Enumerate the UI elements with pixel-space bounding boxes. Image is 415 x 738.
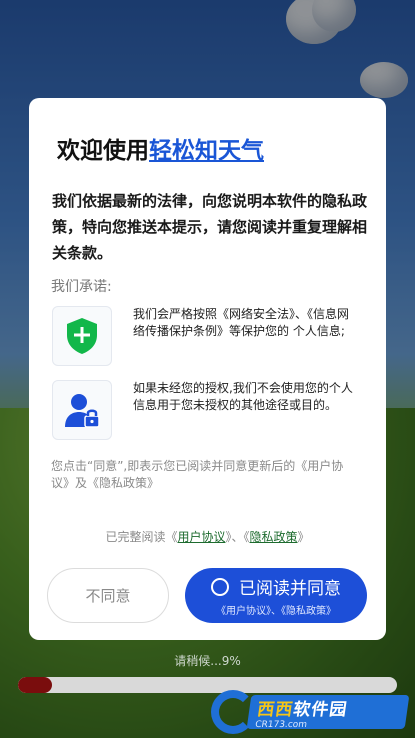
read-confirmation-line: 已完整阅读《用户协议》、《隐私政策》 <box>105 530 310 544</box>
disagree-button[interactable]: 不同意 <box>47 568 169 623</box>
radio-circle-icon <box>211 577 229 596</box>
agree-button-subtitle: 《用户协议》、《隐私政策》 <box>216 606 336 617</box>
agree-button-label: 已阅读并同意 <box>239 579 341 599</box>
watermark-box: 西西软件园 CR173.com <box>246 695 410 730</box>
consent-notice: 您点击“同意”,即表示您已阅读并同意更新后的《用户协议》及《隐私政策》 <box>51 459 344 490</box>
dialog-title: 欢迎使用轻松知天气 <box>57 138 264 164</box>
shield-plus-icon <box>52 306 112 366</box>
promise-item-text: 如果未经您的授权,我们不会使用您的个人信息用于您未授权的其他途径或目的。 <box>133 381 353 412</box>
loading-progress-fill <box>18 677 53 693</box>
watermark-title: 西西软件园 <box>255 699 349 720</box>
watermark-logo: 西西软件园 CR173.com <box>211 690 410 734</box>
app-name: 轻松知天气 <box>149 138 264 164</box>
promise-item-text: 我们会严格按照《网络安全法》、《信息网络传播保护条例》等保护您的 个人信息; <box>133 307 350 338</box>
agree-button[interactable]: 已阅读并同意 《用户协议》、《隐私政策》 <box>185 568 367 623</box>
privacy-policy-link[interactable]: 隐私政策 <box>250 530 298 544</box>
promise-label: 我们承诺: <box>51 279 112 295</box>
privacy-dialog: 欢迎使用轻松知天气 我们依据最新的法律，向您说明本软件的隐私政策，特向您推送本提… <box>29 98 386 640</box>
dialog-intro: 我们依据最新的法律，向您说明本软件的隐私政策，特向您推送本提示，请您阅读并重复理… <box>52 192 368 262</box>
user-agreement-link[interactable]: 用户协议 <box>177 530 225 544</box>
loading-text: 请稍候...9% <box>174 654 241 668</box>
user-lock-icon <box>52 380 112 440</box>
watermark-url: CR173.com <box>254 719 308 730</box>
